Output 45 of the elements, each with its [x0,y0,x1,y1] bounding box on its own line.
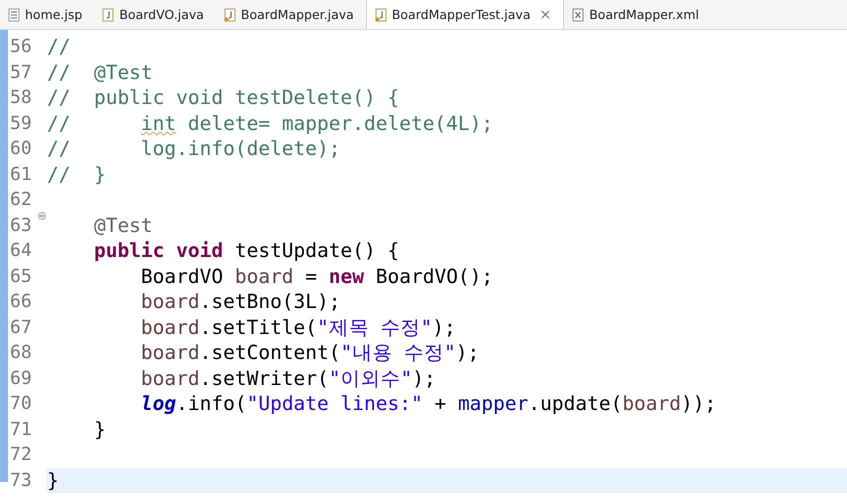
code-line: // public void testDelete() { [47,85,400,110]
code-line: board.setContent("내용 수정"); [140,340,480,366]
java-file-icon [102,8,114,22]
code-line: BoardVO board = new BoardVO(); [140,264,494,289]
editor-tab[interactable]: BoardMapperTest.java × [366,0,564,29]
editor-tab[interactable]: BoardVO.java [94,0,216,29]
editor-tab[interactable]: BoardMapper.xml [564,0,711,29]
line-number: 66 [9,291,32,312]
web-file-icon [8,8,20,22]
code-line: board.setBno(3L); [140,289,342,314]
code-line: @Test [92,212,154,238]
code-line: // int delete= mapper.delete(4L); [47,110,494,136]
code-line: public void testUpdate() { [92,238,400,264]
code-line: // @Test [47,60,154,85]
editor-tab[interactable]: BoardMapper.java [216,0,366,29]
line-number: 68 [9,342,32,364]
code-line: // } [47,162,107,187]
line-number: 64 [9,240,32,262]
java-file-icon [224,8,236,22]
code-line: board.setWriter("이외수"); [140,366,437,391]
code-line: // [47,34,72,60]
line-number: 67 [9,316,32,338]
line-number: 57 [9,62,32,83]
java-file-icon [374,8,387,22]
line-number: 72 [9,444,32,466]
line-number: 70 [9,393,32,414]
line-number: 65 [9,266,32,287]
code-line: } [92,416,107,442]
editor-tab[interactable]: home.jsp [0,0,94,29]
close-tab-button[interactable]: × [540,6,552,22]
line-number: 73 [9,470,32,491]
xml-file-icon [572,8,584,22]
line-number: 60 [9,138,32,160]
code-line: log.info("Update lines:" + mapper.update(board)); [140,391,718,416]
line-number: 63 [9,214,32,236]
collapse-icon[interactable] [38,212,46,220]
line-number: 58 [9,87,32,108]
line-number: 71 [9,418,32,440]
code-line: // log.info(delete); [47,136,342,162]
line-number: 56 [9,36,32,58]
line-number: 69 [9,368,32,389]
line-number: 59 [9,112,32,134]
line-number: 62 [9,189,32,210]
line-number: 61 [9,164,32,185]
code-line: board.setTitle("제목 수정"); [140,314,457,340]
